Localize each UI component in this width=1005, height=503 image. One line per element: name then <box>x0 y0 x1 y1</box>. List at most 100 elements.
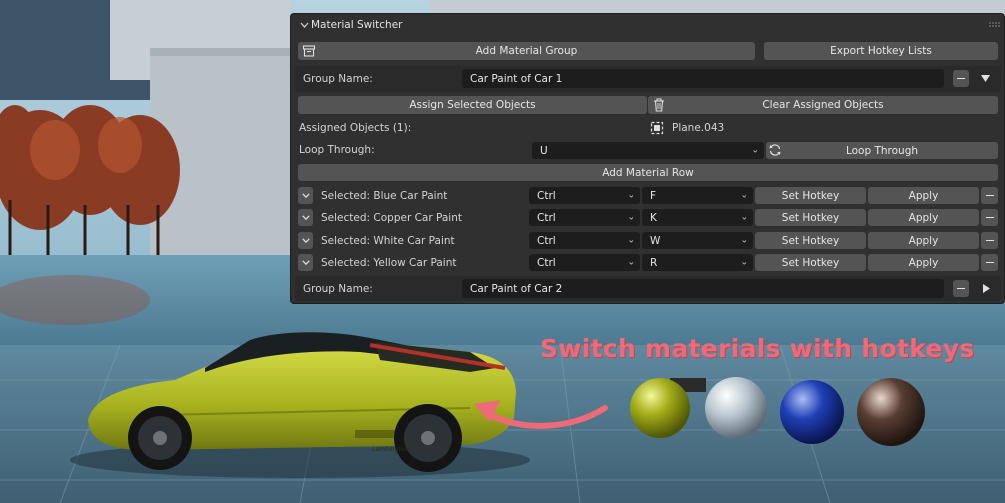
minus-icon <box>985 239 994 242</box>
modifier-value: Ctrl <box>537 211 556 224</box>
minus-icon <box>957 77 965 80</box>
assign-selected-objects-label: Assign Selected Objects <box>409 99 536 111</box>
remove-row-button[interactable] <box>981 209 998 226</box>
loop-key-dropdown[interactable]: U ⌄ <box>532 142 764 159</box>
key-value: K <box>650 211 657 224</box>
row-expand-button[interactable] <box>298 254 313 271</box>
set-hotkey-button[interactable]: Set Hotkey <box>755 232 866 249</box>
chevron-down-icon <box>301 215 310 220</box>
set-hotkey-button[interactable]: Set Hotkey <box>755 209 866 226</box>
material-row-label: Selected: Yellow Car Paint <box>321 256 457 269</box>
material-switcher-panel: Material Switcher Add Material Group Exp… <box>290 13 1005 304</box>
row-expand-button[interactable] <box>298 209 313 226</box>
apply-label: Apply <box>908 234 939 247</box>
clear-assigned-objects-label: Clear Assigned Objects <box>762 99 884 111</box>
clear-assigned-objects-button[interactable]: Clear Assigned Objects <box>648 96 998 114</box>
remove-group-1-button[interactable] <box>953 70 969 87</box>
object-select-icon <box>650 121 664 135</box>
remove-row-button[interactable] <box>981 187 998 204</box>
group-1-name-field[interactable]: Car Paint of Car 1 <box>462 69 944 88</box>
minus-icon <box>957 287 965 290</box>
caption-switch-materials: Switch materials with hotkeys <box>540 334 975 363</box>
modifier-dropdown[interactable]: Ctrl ⌄ <box>529 254 640 271</box>
panel-title: Material Switcher <box>311 19 403 31</box>
set-hotkey-label: Set Hotkey <box>781 189 840 202</box>
chevron-down-icon: ⌄ <box>627 235 635 245</box>
modifier-value: Ctrl <box>537 234 556 247</box>
chevron-down-icon: ⌄ <box>740 190 748 200</box>
material-row: Selected: Yellow Car Paint Ctrl ⌄ R ⌄ Se… <box>291 253 1005 273</box>
add-material-row-label: Add Material Row <box>602 166 694 179</box>
chevron-down-icon: ⌄ <box>740 212 748 222</box>
apply-button[interactable]: Apply <box>868 209 979 226</box>
add-material-group-button[interactable]: Add Material Group <box>298 42 755 60</box>
trash-icon <box>653 98 665 112</box>
key-value: W <box>650 234 661 247</box>
material-row-label: Selected: Blue Car Paint <box>321 189 448 202</box>
archive-icon <box>302 44 316 58</box>
apply-label: Apply <box>908 211 939 224</box>
key-dropdown[interactable]: W ⌄ <box>642 232 753 249</box>
assigned-object-name: Plane.043 <box>672 122 725 134</box>
set-hotkey-label: Set Hotkey <box>781 234 840 247</box>
group-2-name-field[interactable]: Car Paint of Car 2 <box>462 279 944 298</box>
loop-key-value: U <box>540 144 548 157</box>
minus-icon <box>985 261 994 264</box>
material-row: Selected: Copper Car Paint Ctrl ⌄ K ⌄ Se… <box>291 208 1005 228</box>
assign-selected-objects-button[interactable]: Assign Selected Objects <box>298 96 647 114</box>
modifier-dropdown[interactable]: Ctrl ⌄ <box>529 187 640 204</box>
material-row: Selected: Blue Car Paint Ctrl ⌄ F ⌄ Set … <box>291 186 1005 206</box>
chevron-down-icon: ⌄ <box>740 257 748 267</box>
chevron-down-icon <box>301 260 310 265</box>
export-hotkey-lists-label: Export Hotkey Lists <box>830 45 932 57</box>
remove-row-button[interactable] <box>981 232 998 249</box>
refresh-icon <box>768 143 782 157</box>
export-hotkey-lists-button[interactable]: Export Hotkey Lists <box>764 42 998 60</box>
key-dropdown[interactable]: F ⌄ <box>642 187 753 204</box>
key-dropdown[interactable]: K ⌄ <box>642 209 753 226</box>
modifier-value: Ctrl <box>537 256 556 269</box>
modifier-dropdown[interactable]: Ctrl ⌄ <box>529 232 640 249</box>
expand-group-2-icon[interactable] <box>980 282 992 294</box>
assigned-objects-label: Assigned Objects (1): <box>299 122 412 134</box>
car-badge: Lamborghini <box>372 446 410 453</box>
set-hotkey-label: Set Hotkey <box>781 256 840 269</box>
row-expand-button[interactable] <box>298 232 313 249</box>
key-value: F <box>650 189 657 202</box>
chevron-down-icon: ⌄ <box>627 190 635 200</box>
apply-label: Apply <box>908 256 939 269</box>
set-hotkey-label: Set Hotkey <box>781 211 840 224</box>
set-hotkey-button[interactable]: Set Hotkey <box>755 254 866 271</box>
apply-label: Apply <box>908 189 939 202</box>
chevron-down-icon: ⌄ <box>627 257 635 267</box>
minus-icon <box>985 194 994 197</box>
remove-row-button[interactable] <box>981 254 998 271</box>
apply-button[interactable]: Apply <box>868 254 979 271</box>
drag-grip-icon[interactable] <box>988 20 1000 28</box>
group-2-name-label: Group Name: <box>303 282 373 295</box>
group-name-label: Group Name: <box>303 73 373 85</box>
key-value: R <box>650 256 658 269</box>
set-hotkey-button[interactable]: Set Hotkey <box>755 187 866 204</box>
add-material-group-label: Add Material Group <box>475 45 578 57</box>
apply-button[interactable]: Apply <box>868 187 979 204</box>
chevron-down-icon <box>301 238 310 243</box>
modifier-value: Ctrl <box>537 189 556 202</box>
key-dropdown[interactable]: R ⌄ <box>642 254 753 271</box>
loop-through-button-label: Loop Through <box>845 144 919 157</box>
material-row-label: Selected: Copper Car Paint <box>321 211 462 224</box>
collapse-chevron-icon[interactable] <box>297 18 311 32</box>
expand-group-1-icon[interactable] <box>979 72 991 84</box>
add-material-row-button[interactable]: Add Material Row <box>298 164 998 181</box>
minus-icon <box>985 216 994 219</box>
material-rows: Selected: Blue Car Paint Ctrl ⌄ F ⌄ Set … <box>291 186 1005 276</box>
chevron-down-icon: ⌄ <box>740 235 748 245</box>
material-row: Selected: White Car Paint Ctrl ⌄ W ⌄ Set… <box>291 231 1005 251</box>
apply-button[interactable]: Apply <box>868 232 979 249</box>
modifier-dropdown[interactable]: Ctrl ⌄ <box>529 209 640 226</box>
row-expand-button[interactable] <box>298 187 313 204</box>
loop-through-label: Loop Through: <box>299 144 375 156</box>
remove-group-2-button[interactable] <box>953 280 969 297</box>
loop-through-button[interactable]: Loop Through <box>766 142 998 159</box>
material-row-label: Selected: White Car Paint <box>321 234 455 247</box>
